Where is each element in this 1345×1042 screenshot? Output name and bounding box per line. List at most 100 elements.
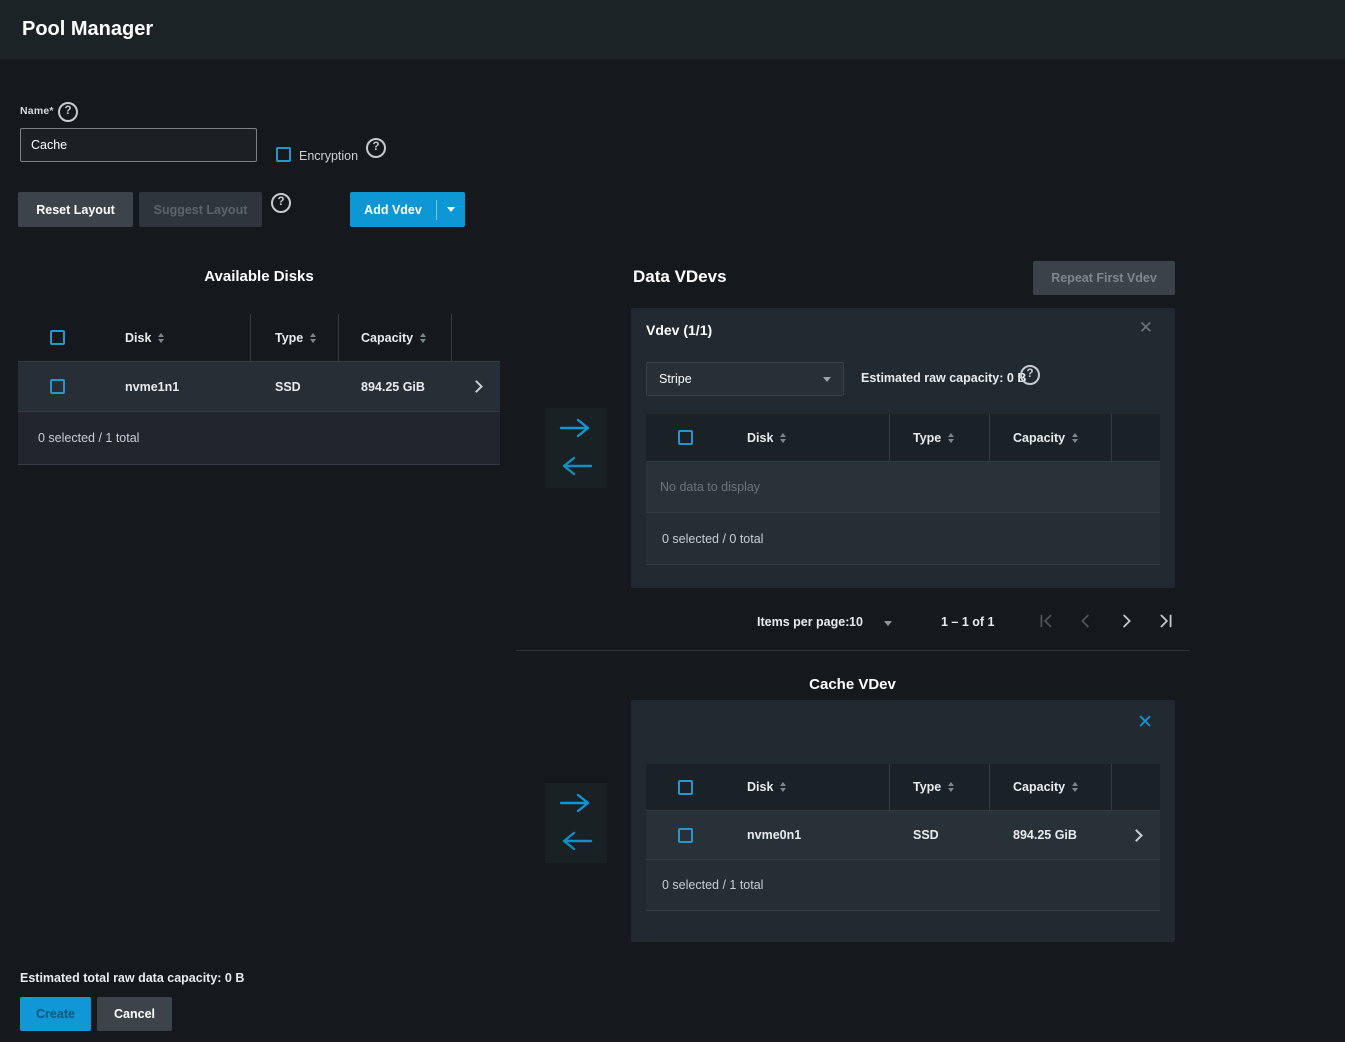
- expand-row-icon[interactable]: [470, 380, 483, 393]
- add-vdev-button[interactable]: Add Vdev: [350, 192, 465, 227]
- sort-icon: [780, 782, 786, 792]
- column-header-disk[interactable]: Disk: [726, 764, 890, 810]
- data-vdev-card: Vdev (1/1) ✕ Stripe Estimated raw capaci…: [631, 308, 1175, 588]
- empty-row: No data to display: [646, 462, 1160, 513]
- column-header-disk[interactable]: Disk: [98, 314, 251, 361]
- column-label: Capacity: [1013, 780, 1065, 794]
- table-footer: 0 selected / 1 total: [18, 412, 500, 465]
- row-select-cell: [646, 811, 726, 859]
- move-left-arrow-icon[interactable]: [558, 454, 594, 478]
- move-right-arrow-icon[interactable]: [558, 791, 594, 815]
- column-header-type[interactable]: Type: [251, 314, 339, 361]
- last-page-icon[interactable]: [1154, 609, 1178, 633]
- section-divider: [516, 650, 1190, 651]
- expand-cell: [452, 362, 500, 411]
- app-header: Pool Manager: [0, 0, 1345, 59]
- select-all-checkbox[interactable]: [50, 330, 65, 345]
- capacity-help-icon[interactable]: ?: [1020, 365, 1040, 385]
- items-per-page-value[interactable]: 10: [849, 615, 863, 629]
- sort-icon: [310, 333, 316, 343]
- encryption-checkbox[interactable]: [276, 147, 291, 162]
- close-cache-vdev-icon[interactable]: ✕: [1137, 713, 1153, 732]
- available-disks-title: Available Disks: [18, 268, 500, 285]
- estimated-capacity-text: Estimated raw capacity: 0 B: [861, 371, 1026, 385]
- column-header-type[interactable]: Type: [890, 414, 990, 461]
- move-right-arrow-icon[interactable]: [558, 416, 594, 440]
- layout-select[interactable]: Stripe: [646, 362, 844, 396]
- expand-header-cell: [452, 314, 500, 361]
- expand-row-icon[interactable]: [1130, 829, 1143, 842]
- sort-icon: [780, 433, 786, 443]
- select-all-cell: [646, 764, 726, 810]
- disk-capacity: 894.25 GiB: [361, 380, 425, 394]
- sort-icon: [1072, 433, 1078, 443]
- capacity-cell: 894.25 GiB: [990, 811, 1112, 859]
- sort-icon: [158, 333, 164, 343]
- column-header-type[interactable]: Type: [890, 764, 990, 810]
- column-label: Capacity: [1013, 431, 1065, 445]
- name-label: Name*: [20, 105, 54, 117]
- row-checkbox[interactable]: [678, 828, 693, 843]
- column-label: Disk: [125, 331, 151, 345]
- create-button: Create: [20, 997, 91, 1031]
- expand-cell: [1112, 811, 1160, 859]
- chevron-down-icon: [447, 207, 455, 212]
- table-row[interactable]: nvme0n1 SSD 894.25 GiB: [646, 811, 1160, 860]
- sort-icon: [948, 782, 954, 792]
- vdev-title: Vdev (1/1): [646, 322, 712, 338]
- data-vdevs-title: Data VDevs: [633, 267, 727, 287]
- transfer-arrows-panel: [545, 408, 607, 488]
- cancel-button[interactable]: Cancel: [97, 997, 172, 1031]
- estimated-total-capacity-text: Estimated total raw data capacity: 0 B: [20, 971, 244, 985]
- column-label: Type: [275, 331, 303, 345]
- add-vdev-label: Add Vdev: [350, 203, 436, 217]
- column-label: Disk: [747, 431, 773, 445]
- type-cell: SSD: [251, 362, 339, 411]
- disk-name: nvme0n1: [747, 828, 801, 842]
- column-header-capacity[interactable]: Capacity: [339, 314, 452, 361]
- next-page-icon[interactable]: [1114, 609, 1138, 633]
- table-header-row: Disk Type Capacity: [18, 314, 500, 362]
- select-all-checkbox[interactable]: [678, 430, 693, 445]
- close-vdev-icon[interactable]: ✕: [1139, 319, 1153, 336]
- table-header-row: Disk Type Capacity: [646, 414, 1160, 462]
- chevron-down-icon: [823, 377, 831, 382]
- items-per-page-label: Items per page:: [757, 615, 849, 629]
- table-footer: 0 selected / 0 total: [646, 513, 1160, 565]
- selection-summary: 0 selected / 0 total: [662, 532, 763, 546]
- column-header-capacity[interactable]: Capacity: [990, 764, 1112, 810]
- first-page-icon[interactable]: [1034, 609, 1058, 633]
- column-header-capacity[interactable]: Capacity: [990, 414, 1112, 461]
- table-row[interactable]: nvme1n1 SSD 894.25 GiB: [18, 362, 500, 412]
- row-checkbox[interactable]: [50, 379, 65, 394]
- move-left-arrow-icon[interactable]: [558, 829, 594, 853]
- column-label: Type: [913, 780, 941, 794]
- layout-help-icon[interactable]: ?: [271, 193, 291, 213]
- selection-summary: 0 selected / 1 total: [38, 431, 139, 445]
- reset-layout-button[interactable]: Reset Layout: [18, 192, 133, 227]
- cache-vdev-title: Cache VDev: [545, 676, 1160, 693]
- pagination-range: 1 – 1 of 1: [941, 615, 995, 629]
- disk-type: SSD: [913, 828, 939, 842]
- add-vdev-dropdown[interactable]: [437, 207, 465, 212]
- layout-select-value: Stripe: [659, 372, 823, 386]
- column-header-disk[interactable]: Disk: [726, 414, 890, 461]
- help-glyph: ?: [372, 142, 379, 154]
- suggest-layout-button: Suggest Layout: [139, 192, 262, 227]
- sort-icon: [420, 333, 426, 343]
- encryption-help-icon[interactable]: ?: [366, 138, 386, 158]
- pool-name-input[interactable]: [20, 128, 257, 162]
- no-data-text: No data to display: [660, 480, 760, 494]
- disk-cell: nvme1n1: [98, 362, 251, 411]
- encryption-label: Encryption: [299, 149, 358, 163]
- table-footer: 0 selected / 1 total: [646, 860, 1160, 911]
- select-all-cell: [18, 314, 98, 361]
- expand-header-cell: [1112, 764, 1160, 810]
- select-all-checkbox[interactable]: [678, 780, 693, 795]
- sort-icon: [948, 433, 954, 443]
- chevron-down-icon[interactable]: [884, 621, 892, 626]
- transfer-arrows-panel: [545, 783, 607, 863]
- name-help-icon[interactable]: ?: [58, 102, 78, 122]
- column-label: Capacity: [361, 331, 413, 345]
- previous-page-icon[interactable]: [1074, 609, 1098, 633]
